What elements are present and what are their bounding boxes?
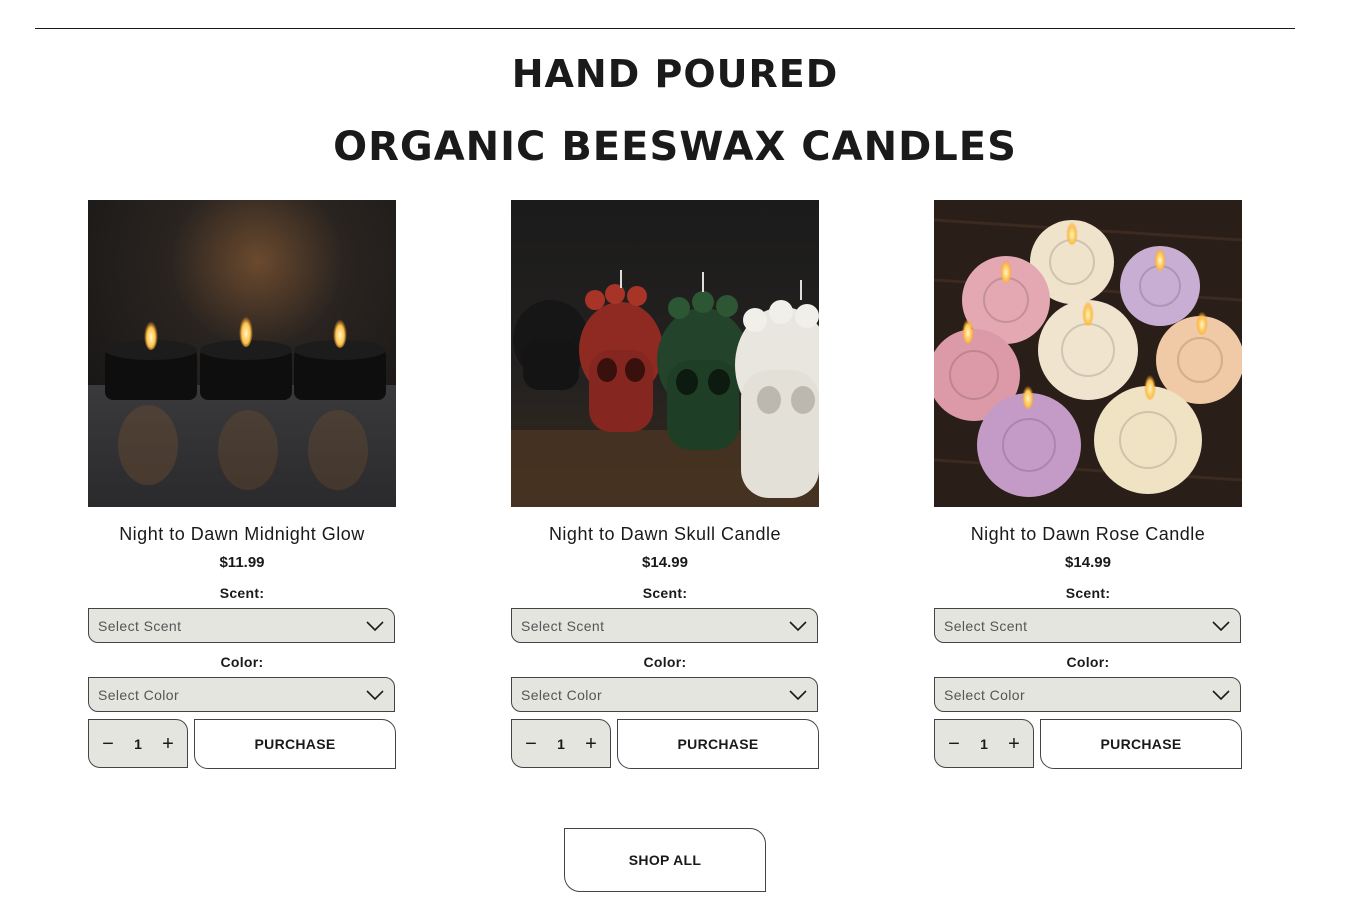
color-select[interactable]: Select Color [934,677,1241,712]
color-select-value: Select Color [521,687,603,703]
purchase-row: − 1 + PURCHASE [511,719,819,769]
color-select[interactable]: Select Color [511,677,818,712]
product-image-rose-candles[interactable] [934,200,1242,507]
quantity-stepper: − 1 + [511,719,611,768]
scent-label: Scent: [642,585,688,601]
chevron-down-icon [366,690,384,701]
product-price: $14.99 [642,554,688,571]
chevron-down-icon [789,690,807,701]
color-label: Color: [1066,654,1110,670]
plus-icon[interactable]: + [582,734,600,754]
minus-icon[interactable]: − [99,734,117,754]
quantity-stepper: − 1 + [88,719,188,768]
scent-select-value: Select Scent [98,618,182,634]
product-title[interactable]: Night to Dawn Skull Candle [511,524,819,545]
product-title[interactable]: Night to Dawn Rose Candle [934,524,1242,545]
product-price: $11.99 [219,554,265,571]
product-title[interactable]: Night to Dawn Midnight Glow [88,524,396,545]
quantity-value[interactable]: 1 [980,736,988,752]
scent-select-value: Select Scent [944,618,1028,634]
scent-select[interactable]: Select Scent [88,608,395,643]
purchase-row: − 1 + PURCHASE [88,719,396,769]
product-card: Night to Dawn Rose Candle $14.99 Scent: … [934,200,1242,769]
purchase-button[interactable]: PURCHASE [1040,719,1242,769]
minus-icon[interactable]: − [522,734,540,754]
scent-label: Scent: [1065,585,1111,601]
color-select-value: Select Color [944,687,1026,703]
quantity-stepper: − 1 + [934,719,1034,768]
color-label: Color: [643,654,687,670]
product-price: $14.99 [1065,554,1111,571]
chevron-down-icon [1212,690,1230,701]
chevron-down-icon [1212,621,1230,632]
plus-icon[interactable]: + [1005,734,1023,754]
product-image-tin-candles[interactable] [88,200,396,507]
product-card: Night to Dawn Midnight Glow $11.99 Scent… [88,200,396,769]
purchase-row: − 1 + PURCHASE [934,719,1242,769]
color-select[interactable]: Select Color [88,677,395,712]
headline-line-1: HAND POURED [511,52,839,96]
scent-select[interactable]: Select Scent [934,608,1241,643]
purchase-button[interactable]: PURCHASE [617,719,819,769]
plus-icon[interactable]: + [159,734,177,754]
color-select-value: Select Color [98,687,180,703]
scent-select-value: Select Scent [521,618,605,634]
scent-select[interactable]: Select Scent [511,608,818,643]
color-label: Color: [220,654,264,670]
chevron-down-icon [789,621,807,632]
chevron-down-icon [366,621,384,632]
top-divider [35,28,1295,29]
headline-line-2: ORGANIC BEESWAX CANDLES [333,124,1017,170]
product-card: Night to Dawn Skull Candle $14.99 Scent:… [511,200,819,769]
shop-all-button[interactable]: SHOP ALL [564,828,766,892]
purchase-button[interactable]: PURCHASE [194,719,396,769]
minus-icon[interactable]: − [945,734,963,754]
scent-label: Scent: [219,585,265,601]
product-image-skull-candles[interactable] [511,200,819,507]
quantity-value[interactable]: 1 [557,736,565,752]
quantity-value[interactable]: 1 [134,736,142,752]
